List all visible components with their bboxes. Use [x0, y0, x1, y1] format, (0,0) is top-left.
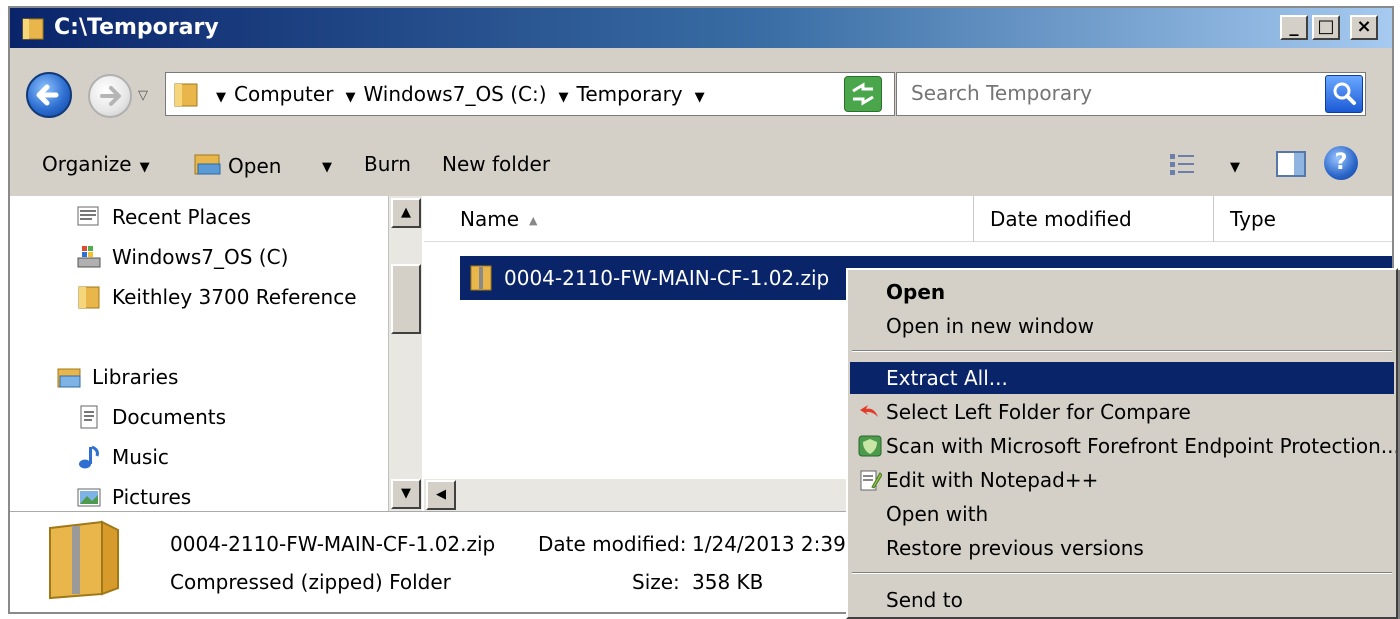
menu-item-open-in-new-window[interactable]: Open in new window	[850, 310, 1394, 342]
nav-item-music[interactable]: Music	[76, 444, 169, 470]
column-header-date-modified[interactable]: Date modified	[974, 196, 1214, 242]
breadcrumb-subfolder-dropdown[interactable]: ▼	[695, 82, 713, 106]
search-input[interactable]	[897, 73, 1317, 113]
nav-item-windows7-os[interactable]: Windows7_OS (C)	[76, 244, 288, 270]
breadcrumb-item-drive[interactable]: ▼ Windows7_OS (C:)	[345, 82, 546, 106]
maximize-button[interactable]: □	[1312, 15, 1340, 40]
scroll-thumb[interactable]	[391, 264, 421, 334]
menu-item-edit-with-notepad-plus-plus[interactable]: Edit with Notepad++	[850, 464, 1394, 496]
menu-separator	[852, 350, 1392, 352]
minimize-button[interactable]: _	[1280, 15, 1308, 40]
views-dropdown[interactable]: ▼	[1222, 152, 1240, 176]
details-size-value: 358 KB	[692, 570, 764, 594]
file-name: 0004-2110-FW-MAIN-CF-1.02.zip	[504, 266, 830, 290]
menu-item-restore-previous-versions[interactable]: Restore previous versions	[850, 532, 1394, 564]
new-folder-button[interactable]: New folder	[442, 152, 550, 176]
forward-button[interactable]	[88, 74, 132, 118]
column-header-name[interactable]: Name ▲	[444, 196, 974, 242]
folder-icon	[22, 18, 44, 40]
column-header-row: Name ▲ Date modified Type	[424, 196, 1392, 242]
search-box	[896, 72, 1366, 116]
burn-button[interactable]: Burn	[364, 152, 411, 176]
breadcrumb-item-temporary[interactable]: ▼ Temporary	[559, 82, 683, 106]
scroll-left-button[interactable]: ◀	[426, 480, 456, 510]
open-folder-icon	[194, 154, 221, 175]
pictures-icon	[77, 488, 101, 507]
preview-pane-icon[interactable]	[1274, 148, 1308, 180]
details-date-label: Date modified:	[538, 532, 687, 556]
navigation-pane: Recent Places Windows7_OS (C) Keithley 3…	[10, 196, 424, 511]
context-menu: Open Open in new window Extract All... S…	[846, 268, 1398, 619]
recent-places-icon	[77, 206, 99, 226]
menu-item-select-left-folder-for-compare[interactable]: Select Left Folder for Compare	[850, 396, 1394, 428]
scroll-up-button[interactable]: ▲	[391, 198, 421, 228]
nav-item-recent-places[interactable]: Recent Places	[76, 204, 251, 230]
back-arrow-icon	[36, 84, 59, 106]
forward-arrow-icon	[100, 86, 121, 106]
open-dropdown[interactable]: ▼	[314, 152, 332, 176]
notepad-plus-plus-icon	[860, 470, 882, 491]
drive-icon	[77, 246, 101, 268]
sort-ascending-icon: ▲	[529, 214, 538, 227]
search-button[interactable]	[1325, 75, 1363, 113]
documents-icon	[80, 405, 98, 429]
refresh-icon	[852, 82, 874, 106]
music-icon	[79, 445, 99, 469]
breadcrumb: ▼ Computer ▼ Windows7_OS (C:) ▼ Temporary ▼	[216, 82, 725, 106]
views-icon[interactable]	[1168, 151, 1198, 177]
menu-item-send-to[interactable]: Send to	[850, 584, 1394, 616]
breadcrumb-item-computer[interactable]: ▼ Computer	[216, 82, 333, 106]
command-bar: Organize ▼ Open ▼ Burn New folder ▼ ?	[10, 134, 1392, 196]
forefront-shield-icon	[858, 435, 882, 457]
folder-icon	[174, 83, 198, 107]
address-box[interactable]: ▼ Computer ▼ Windows7_OS (C:) ▼ Temporary ▼…	[165, 72, 895, 116]
address-bar-row: ▽ ▼ Computer ▼ Windows7_OS (C:) ▼ Temporary…	[10, 48, 1392, 134]
zip-folder-icon	[49, 520, 119, 600]
details-file-name: 0004-2110-FW-MAIN-CF-1.02.zip	[170, 532, 496, 556]
menu-separator	[852, 572, 1392, 574]
details-file-type: Compressed (zipped) Folder	[170, 570, 451, 594]
help-icon[interactable]: ?	[1324, 146, 1358, 180]
organize-button[interactable]: Organize ▼	[42, 152, 150, 176]
close-button[interactable]: ×	[1350, 15, 1378, 40]
back-button[interactable]	[26, 72, 72, 118]
recent-pages-dropdown[interactable]: ▽	[138, 88, 148, 103]
compare-arrow-icon	[860, 405, 878, 417]
nav-item-keithley-3700-reference[interactable]: Keithley 3700 Reference	[76, 284, 357, 310]
menu-item-extract-all[interactable]: Extract All...	[850, 362, 1394, 394]
nav-item-libraries[interactable]: Libraries	[56, 364, 178, 390]
window-title: C:\Temporary	[54, 15, 219, 40]
menu-item-open-with[interactable]: Open with	[850, 498, 1394, 530]
libraries-icon	[57, 368, 81, 388]
menu-item-scan-with-forefront[interactable]: Scan with Microsoft Forefront Endpoint P…	[850, 430, 1396, 462]
nav-item-pictures[interactable]: Pictures	[76, 484, 191, 510]
search-icon	[1333, 82, 1356, 105]
refresh-button[interactable]	[844, 76, 882, 112]
details-size-label: Size:	[632, 570, 680, 594]
column-header-type[interactable]: Type	[1214, 196, 1392, 242]
zip-folder-icon	[470, 265, 492, 291]
menu-item-open[interactable]: Open	[850, 276, 1394, 308]
navigation-pane-scrollbar[interactable]: ▲ ▼	[388, 196, 422, 511]
folder-icon	[78, 286, 100, 309]
scroll-down-button[interactable]: ▼	[391, 479, 421, 509]
title-bar[interactable]: C:\Temporary _ □ ×	[10, 8, 1392, 48]
nav-item-documents[interactable]: Documents	[76, 404, 226, 430]
open-button[interactable]: Open	[194, 152, 281, 178]
